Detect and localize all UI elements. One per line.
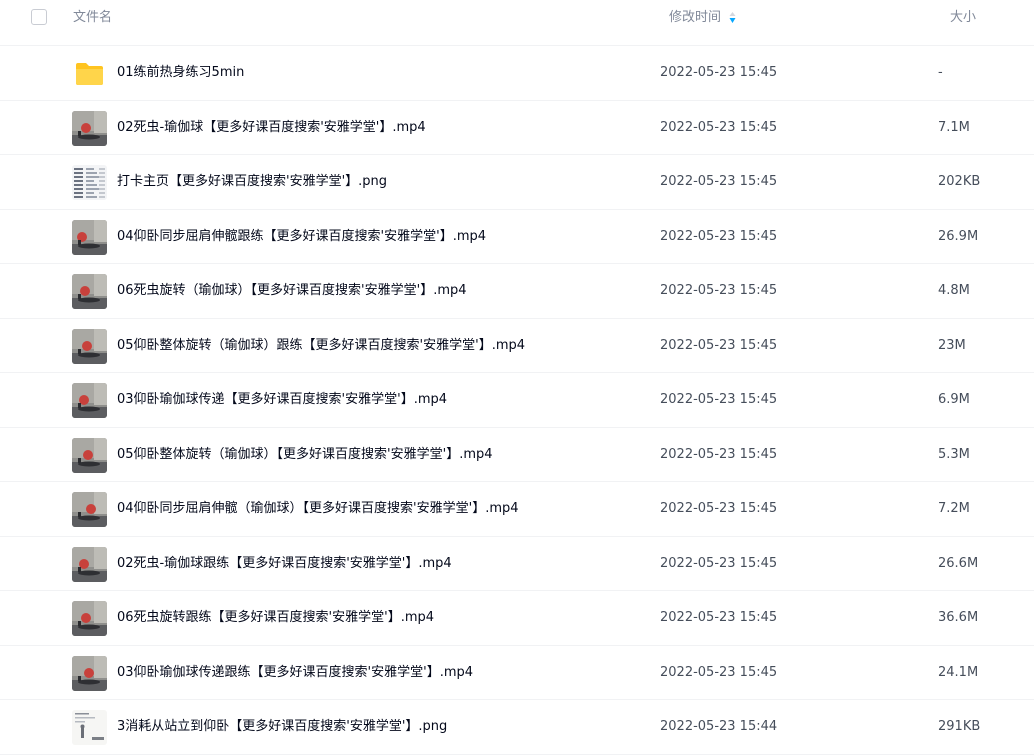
file-modified-time: 2022-05-23 15:45: [660, 446, 778, 462]
file-row[interactable]: 05仰卧整体旋转（瑜伽球）【更多好课百度搜索'安雅学堂'】.mp4 2022-05…: [0, 428, 1034, 482]
file-name[interactable]: 02死虫-瑜伽球【更多好课百度搜索'安雅学堂'】.mp4: [117, 101, 426, 155]
file-list-header: 文件名 修改时间 大小: [0, 0, 1034, 46]
video-thumbnail: [72, 546, 107, 582]
file-row[interactable]: 3消耗从站立到仰卧【更多好课百度搜索'安雅学堂'】.png 2022-05-23 …: [0, 700, 1034, 755]
column-header-time[interactable]: 修改时间: [669, 10, 721, 26]
file-modified-time: 2022-05-23 15:45: [660, 337, 778, 353]
file-size: 202KB: [938, 174, 981, 189]
video-thumbnail: [72, 601, 107, 636]
file-name[interactable]: 06死虫旋转跟练【更多好课百度搜索'安雅学堂'】.mp4: [117, 591, 434, 645]
file-size: 7.1M: [938, 119, 970, 135]
file-size: -: [938, 65, 943, 80]
image-thumbnail: [72, 165, 107, 200]
file-modified-time: 2022-05-23 15:44: [660, 719, 778, 734]
file-modified-time: 2022-05-23 15:45: [660, 283, 778, 298]
file-modified-time: 2022-05-23 15:45: [660, 392, 778, 407]
file-row[interactable]: 01练前热身练习5min 2022-05-23 15:45 -: [0, 46, 1034, 101]
file-size: 7.2M: [938, 501, 970, 516]
column-header-size[interactable]: 大小: [950, 10, 976, 26]
video-thumbnail: [72, 328, 107, 364]
file-modified-time: 2022-05-23 15:45: [660, 555, 778, 571]
file-name[interactable]: 05仰卧整体旋转（瑜伽球）【更多好课百度搜索'安雅学堂'】.mp4: [117, 428, 493, 482]
column-header-name[interactable]: 文件名: [73, 10, 112, 26]
file-row[interactable]: 打卡主页【更多好课百度搜索'安雅学堂'】.png 2022-05-23 15:45…: [0, 155, 1034, 210]
file-size: 6.9M: [938, 392, 970, 407]
video-thumbnail: [72, 383, 107, 418]
file-name[interactable]: 01练前热身练习5min: [117, 46, 244, 100]
file-modified-time: 2022-05-23 15:45: [660, 119, 778, 135]
video-thumbnail: [72, 492, 107, 527]
video-thumbnail: [72, 274, 107, 309]
document-thumbnail: [72, 710, 107, 745]
video-thumbnail: [72, 219, 107, 255]
sort-descending-icon[interactable]: [729, 11, 736, 24]
file-name[interactable]: 04仰卧同步屈肩伸髋（瑜伽球）【更多好课百度搜索'安雅学堂'】.mp4: [117, 482, 519, 536]
file-row[interactable]: 05仰卧整体旋转（瑜伽球）跟练【更多好课百度搜索'安雅学堂'】.mp4 2022-…: [0, 319, 1034, 373]
video-thumbnail: [72, 110, 107, 146]
file-row[interactable]: 03仰卧瑜伽球传递【更多好课百度搜索'安雅学堂'】.mp4 2022-05-23 …: [0, 373, 1034, 428]
file-name[interactable]: 3消耗从站立到仰卧【更多好课百度搜索'安雅学堂'】.png: [117, 700, 447, 754]
file-modified-time: 2022-05-23 15:45: [660, 228, 778, 244]
file-modified-time: 2022-05-23 15:45: [660, 65, 778, 80]
file-row[interactable]: 04仰卧同步屈肩伸髋跟练【更多好课百度搜索'安雅学堂'】.mp4 2022-05-…: [0, 210, 1034, 264]
file-name[interactable]: 03仰卧瑜伽球传递跟练【更多好课百度搜索'安雅学堂'】.mp4: [117, 646, 473, 700]
file-size: 4.8M: [938, 283, 970, 298]
video-thumbnail: [72, 437, 107, 473]
file-modified-time: 2022-05-23 15:45: [660, 610, 778, 625]
file-size: 23M: [938, 337, 966, 353]
file-row[interactable]: 04仰卧同步屈肩伸髋（瑜伽球）【更多好课百度搜索'安雅学堂'】.mp4 2022-…: [0, 482, 1034, 537]
folder-icon: [72, 56, 107, 91]
file-name[interactable]: 05仰卧整体旋转（瑜伽球）跟练【更多好课百度搜索'安雅学堂'】.mp4: [117, 319, 525, 373]
file-row[interactable]: 02死虫-瑜伽球【更多好课百度搜索'安雅学堂'】.mp4 2022-05-23 1…: [0, 101, 1034, 155]
file-size: 24.1M: [938, 664, 979, 680]
file-row[interactable]: 02死虫-瑜伽球跟练【更多好课百度搜索'安雅学堂'】.mp4 2022-05-23…: [0, 537, 1034, 591]
file-row[interactable]: 06死虫旋转（瑜伽球）【更多好课百度搜索'安雅学堂'】.mp4 2022-05-2…: [0, 264, 1034, 319]
file-modified-time: 2022-05-23 15:45: [660, 664, 778, 680]
video-thumbnail: [72, 655, 107, 691]
file-row[interactable]: 03仰卧瑜伽球传递跟练【更多好课百度搜索'安雅学堂'】.mp4 2022-05-2…: [0, 646, 1034, 700]
file-name[interactable]: 03仰卧瑜伽球传递【更多好课百度搜索'安雅学堂'】.mp4: [117, 373, 447, 427]
file-name[interactable]: 打卡主页【更多好课百度搜索'安雅学堂'】.png: [117, 155, 387, 209]
file-name[interactable]: 06死虫旋转（瑜伽球）【更多好课百度搜索'安雅学堂'】.mp4: [117, 264, 467, 318]
file-size: 291KB: [938, 719, 981, 734]
file-modified-time: 2022-05-23 15:45: [660, 174, 778, 189]
file-list: 01练前热身练习5min 2022-05-23 15:45 - 02死虫-瑜伽球【更多…: [0, 46, 1034, 755]
file-size: 5.3M: [938, 446, 970, 462]
file-modified-time: 2022-05-23 15:45: [660, 501, 778, 516]
file-name[interactable]: 02死虫-瑜伽球跟练【更多好课百度搜索'安雅学堂'】.mp4: [117, 537, 452, 591]
file-name[interactable]: 04仰卧同步屈肩伸髋跟练【更多好课百度搜索'安雅学堂'】.mp4: [117, 210, 486, 264]
file-size: 26.6M: [938, 555, 979, 571]
select-all-checkbox[interactable]: [31, 9, 47, 25]
file-size: 26.9M: [938, 228, 979, 244]
file-row[interactable]: 06死虫旋转跟练【更多好课百度搜索'安雅学堂'】.mp4 2022-05-23 1…: [0, 591, 1034, 646]
file-size: 36.6M: [938, 610, 979, 625]
